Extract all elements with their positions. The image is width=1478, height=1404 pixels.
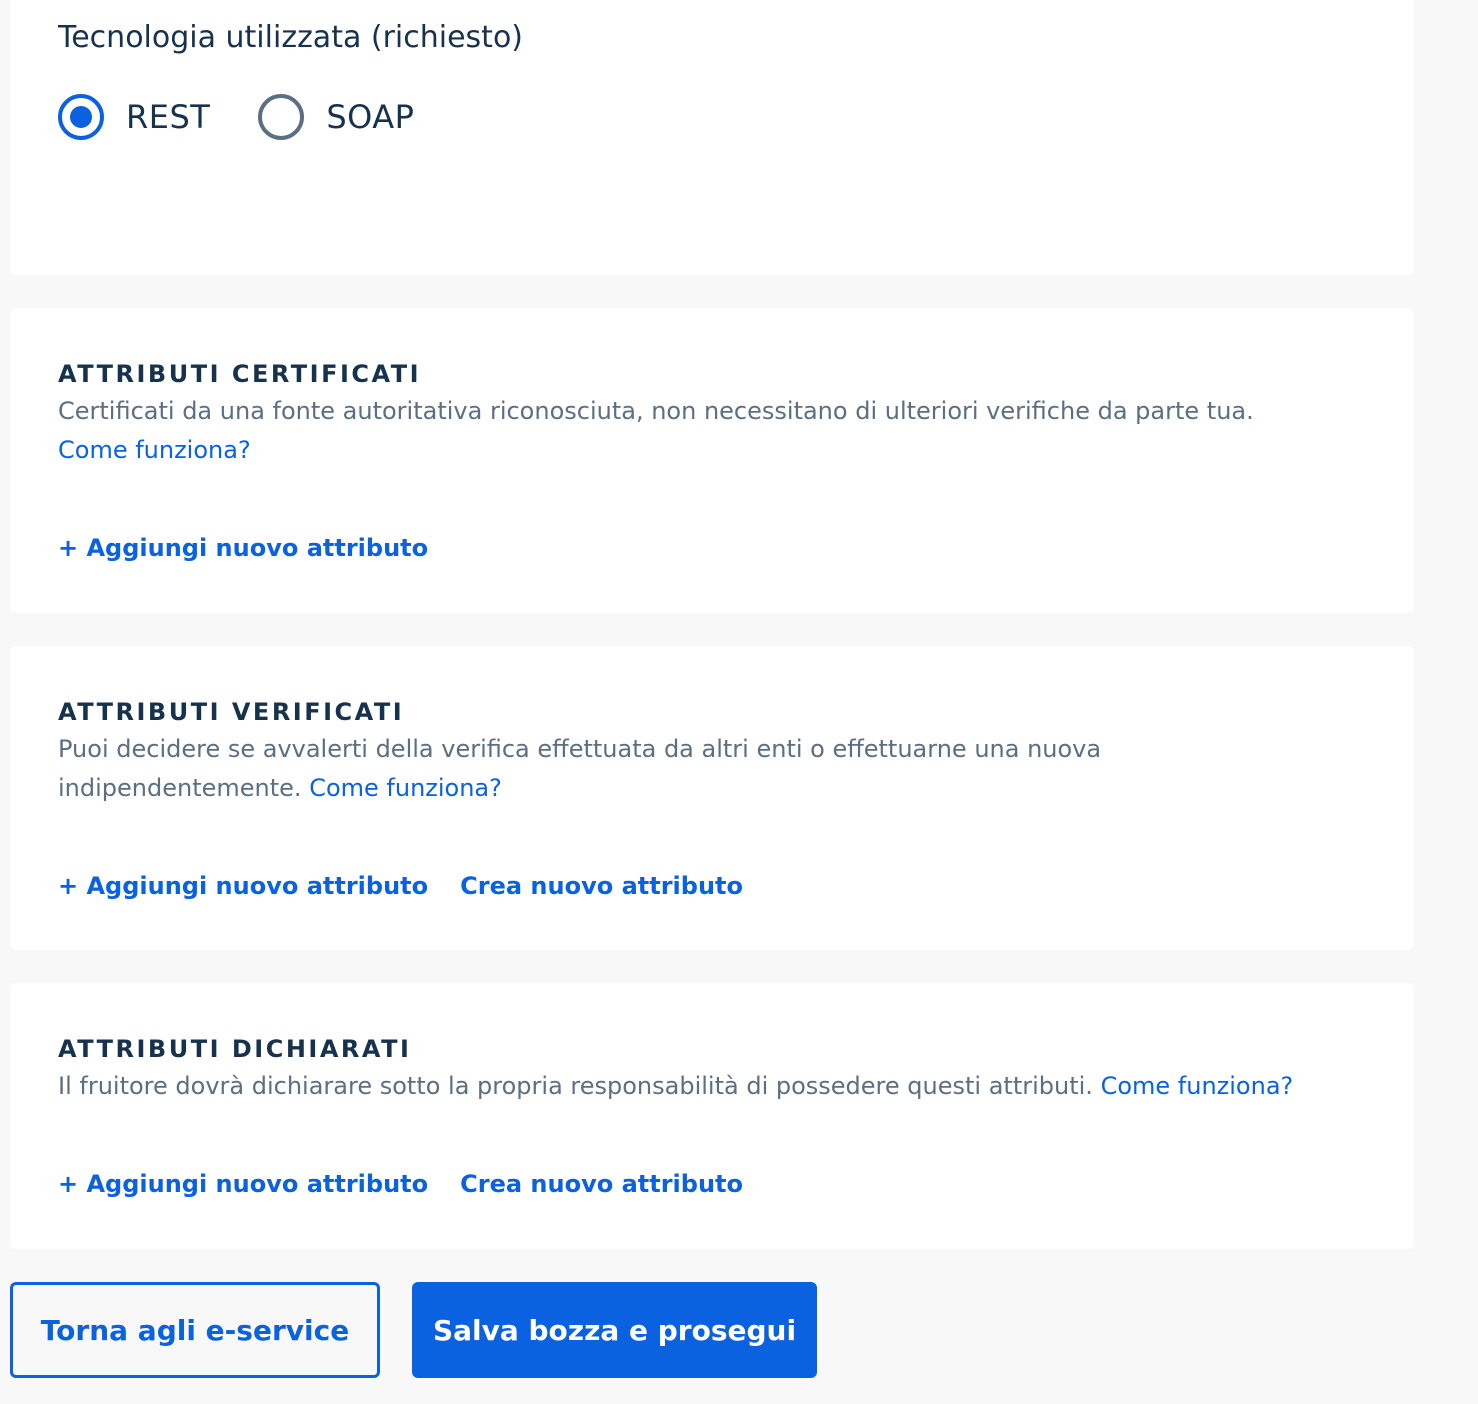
certified-add-attribute-button[interactable]: + Aggiungi nuovo attributo [58,534,428,562]
technology-radio-group: REST SOAP [58,94,462,140]
certified-description-text: Certificati da una fonte autoritativa ri… [58,397,1254,425]
verified-create-attribute-button[interactable]: Crea nuovo attributo [460,872,743,900]
declared-help-link[interactable]: Come funziona? [1101,1072,1294,1100]
radio-label-rest: REST [126,98,211,136]
verified-title: ATTRIBUTI VERIFICATI [58,698,405,726]
declared-actions: + Aggiungi nuovo attributo Crea nuovo at… [58,1170,775,1198]
declared-create-attribute-button[interactable]: Crea nuovo attributo [460,1170,743,1198]
verified-description: Puoi decidere se avvalerti della verific… [58,730,1318,808]
verified-attributes-card: ATTRIBUTI VERIFICATI Puoi decidere se av… [10,646,1414,950]
certified-actions: + Aggiungi nuovo attributo [58,534,460,562]
radio-checked-icon[interactable] [58,94,104,140]
declared-attributes-card: ATTRIBUTI DICHIARATI Il fruitore dovrà d… [10,983,1414,1249]
certified-title: ATTRIBUTI CERTIFICATI [58,360,422,388]
back-to-eservices-button[interactable]: Torna agli e-service [10,1282,380,1378]
certified-attributes-card: ATTRIBUTI CERTIFICATI Certificati da una… [10,308,1414,613]
verified-add-attribute-button[interactable]: + Aggiungi nuovo attributo [58,872,428,900]
technology-label: Tecnologia utilizzata (richiesto) [58,20,523,55]
radio-option-rest[interactable]: REST [58,94,210,140]
declared-title: ATTRIBUTI DICHIARATI [58,1035,412,1063]
declared-description: Il fruitore dovrà dichiarare sotto la pr… [58,1067,1318,1106]
declared-add-attribute-button[interactable]: + Aggiungi nuovo attributo [58,1170,428,1198]
declared-description-text: Il fruitore dovrà dichiarare sotto la pr… [58,1072,1093,1100]
radio-unchecked-icon[interactable] [258,94,305,140]
technology-card: Tecnologia utilizzata (richiesto) REST S… [10,0,1414,275]
certified-help-link[interactable]: Come funziona? [58,436,251,464]
save-draft-continue-button[interactable]: Salva bozza e prosegui [412,1282,817,1378]
verified-description-text: Puoi decidere se avvalerti della verific… [58,735,1102,802]
verified-actions: + Aggiungi nuovo attributo Crea nuovo at… [58,872,775,900]
verified-help-link[interactable]: Come funziona? [309,774,502,802]
certified-description: Certificati da una fonte autoritativa ri… [58,392,1318,470]
radio-option-soap[interactable]: SOAP [258,94,414,140]
radio-label-soap: SOAP [326,98,415,136]
